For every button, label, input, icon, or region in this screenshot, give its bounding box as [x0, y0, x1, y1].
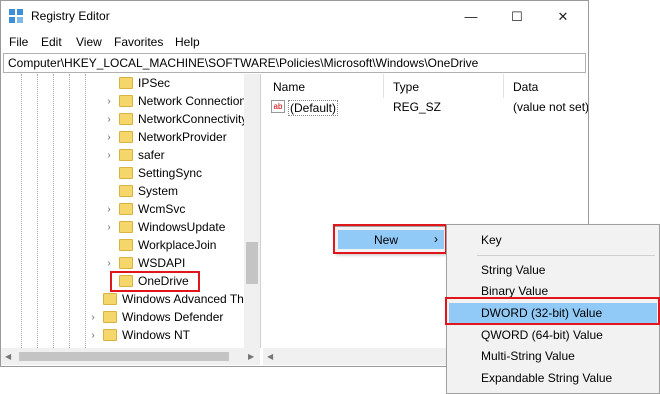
new-highlight-box: [333, 224, 447, 254]
value-data: (value not set): [513, 100, 589, 114]
window-title: Registry Editor: [31, 9, 110, 23]
tree-item[interactable]: › NetworkProvider: [103, 128, 227, 146]
menu-help[interactable]: Help: [175, 35, 200, 49]
folder-icon: [119, 131, 133, 143]
tree-item-label: Windows Advanced Threat Protection: [122, 292, 260, 306]
tree-item[interactable]: › Windows NT: [87, 326, 190, 344]
tree-item-label: IPSec: [138, 76, 171, 90]
folder-icon: [119, 203, 133, 215]
tree-item[interactable]: IPSec: [103, 74, 170, 92]
column-name-header[interactable]: Name: [273, 80, 305, 94]
registry-editor-icon: [9, 9, 23, 23]
scroll-left-icon[interactable]: ◀: [267, 352, 273, 361]
tree-item-label: Windows Defender: [122, 310, 224, 324]
address-bar[interactable]: Computer\HKEY_LOCAL_MACHINE\SOFTWARE\Pol…: [3, 53, 586, 73]
column-divider[interactable]: [383, 74, 384, 98]
folder-icon: [119, 149, 133, 161]
tree-item-label: WindowsUpdate: [138, 220, 226, 234]
submenu-string-value[interactable]: String Value: [449, 260, 657, 280]
tree-horizontal-scrollbar[interactable]: ◀ ▶: [1, 348, 260, 365]
tree-item-label: safer: [138, 148, 165, 162]
tree-item[interactable]: › Network Connections: [103, 92, 252, 110]
submenu-key[interactable]: Key: [449, 230, 657, 250]
scroll-left-icon[interactable]: ◀: [5, 352, 11, 361]
tree-item-label: NetworkConnectivityStatusIndicator: [138, 112, 260, 126]
folder-icon: [119, 95, 133, 107]
folder-icon: [119, 167, 133, 179]
chevron-right-icon[interactable]: ›: [103, 96, 115, 107]
folder-icon: [103, 311, 117, 323]
maximize-button[interactable]: ☐: [494, 1, 540, 32]
folder-icon: [119, 221, 133, 233]
string-value-icon: ab: [271, 100, 285, 113]
folder-icon: [119, 77, 133, 89]
tree-item-label: WorkplaceJoin: [138, 238, 217, 252]
tree-item[interactable]: SettingSync: [103, 164, 202, 182]
menu-view[interactable]: View: [76, 35, 102, 49]
chevron-right-icon[interactable]: ›: [103, 222, 115, 233]
tree-item[interactable]: System: [103, 182, 178, 200]
menu-bar: File Edit View Favorites Help: [1, 32, 588, 52]
value-name[interactable]: (Default): [288, 100, 339, 116]
column-divider[interactable]: [503, 74, 504, 98]
tree-guide-line: [69, 74, 70, 348]
submenu-expandable-string-value[interactable]: Expandable String Value: [449, 368, 657, 388]
close-button[interactable]: ✕: [540, 1, 586, 32]
chevron-right-icon[interactable]: ›: [87, 330, 99, 341]
folder-icon: [119, 257, 133, 269]
chevron-right-icon[interactable]: ›: [103, 204, 115, 215]
chevron-right-icon[interactable]: ›: [103, 258, 115, 269]
tree-item[interactable]: › safer: [103, 146, 165, 164]
tree-item-label: WcmSvc: [138, 202, 186, 216]
minimize-button[interactable]: —: [448, 1, 494, 32]
chevron-right-icon[interactable]: ›: [103, 150, 115, 161]
menu-separator: [477, 255, 655, 256]
tree-item[interactable]: Windows Advanced Threat Protection: [87, 290, 260, 308]
tree-item-label: System: [138, 184, 179, 198]
folder-icon: [119, 239, 133, 251]
tree-vertical-scrollbar[interactable]: [244, 74, 260, 348]
submenu-qword-value[interactable]: QWORD (64-bit) Value: [449, 325, 657, 345]
scrollbar-thumb[interactable]: [19, 352, 229, 361]
folder-icon: [103, 293, 117, 305]
tree-item-label: Network Connections: [138, 94, 253, 108]
tree-item[interactable]: › Windows Defender: [87, 308, 223, 326]
menu-favorites[interactable]: Favorites: [114, 35, 163, 49]
tree-item-label: SettingSync: [138, 166, 203, 180]
key-tree: IPSec › Network Connections › NetworkConne…: [1, 74, 261, 348]
tree-item[interactable]: › WindowsUpdate: [103, 218, 225, 236]
tree-item[interactable]: › WcmSvc: [103, 200, 185, 218]
submenu-multi-string-value[interactable]: Multi-String Value: [449, 346, 657, 366]
tree-guide-line: [21, 74, 22, 348]
tree-item-label: NetworkProvider: [138, 130, 227, 144]
tree-guide-line: [37, 74, 38, 348]
column-data-header[interactable]: Data: [513, 80, 538, 94]
folder-icon: [103, 329, 117, 341]
folder-icon: [119, 185, 133, 197]
column-type-header[interactable]: Type: [393, 80, 419, 94]
tree-item[interactable]: WorkplaceJoin: [103, 236, 216, 254]
menu-file[interactable]: File: [9, 35, 28, 49]
dword-highlight-box: [445, 297, 660, 325]
tree-guide-line: [53, 74, 54, 348]
scrollbar-thumb[interactable]: [246, 242, 258, 284]
tree-item[interactable]: › NetworkConnectivityStatusIndicator: [103, 110, 260, 128]
chevron-right-icon[interactable]: ›: [103, 132, 115, 143]
title-bar: Registry Editor — ☐ ✕: [1, 1, 588, 32]
menu-edit[interactable]: Edit: [41, 35, 62, 49]
value-type: REG_SZ: [393, 100, 442, 114]
onedrive-highlight-box: [110, 271, 200, 292]
tree-guide-line: [85, 74, 86, 348]
tree-item[interactable]: › WSDAPI: [103, 254, 185, 272]
tree-item-label: Windows NT: [122, 328, 191, 342]
chevron-right-icon[interactable]: ›: [103, 114, 115, 125]
folder-icon: [119, 113, 133, 125]
chevron-right-icon[interactable]: ›: [87, 312, 99, 323]
tree-item-label: WSDAPI: [138, 256, 186, 270]
scroll-right-icon[interactable]: ▶: [248, 352, 254, 361]
